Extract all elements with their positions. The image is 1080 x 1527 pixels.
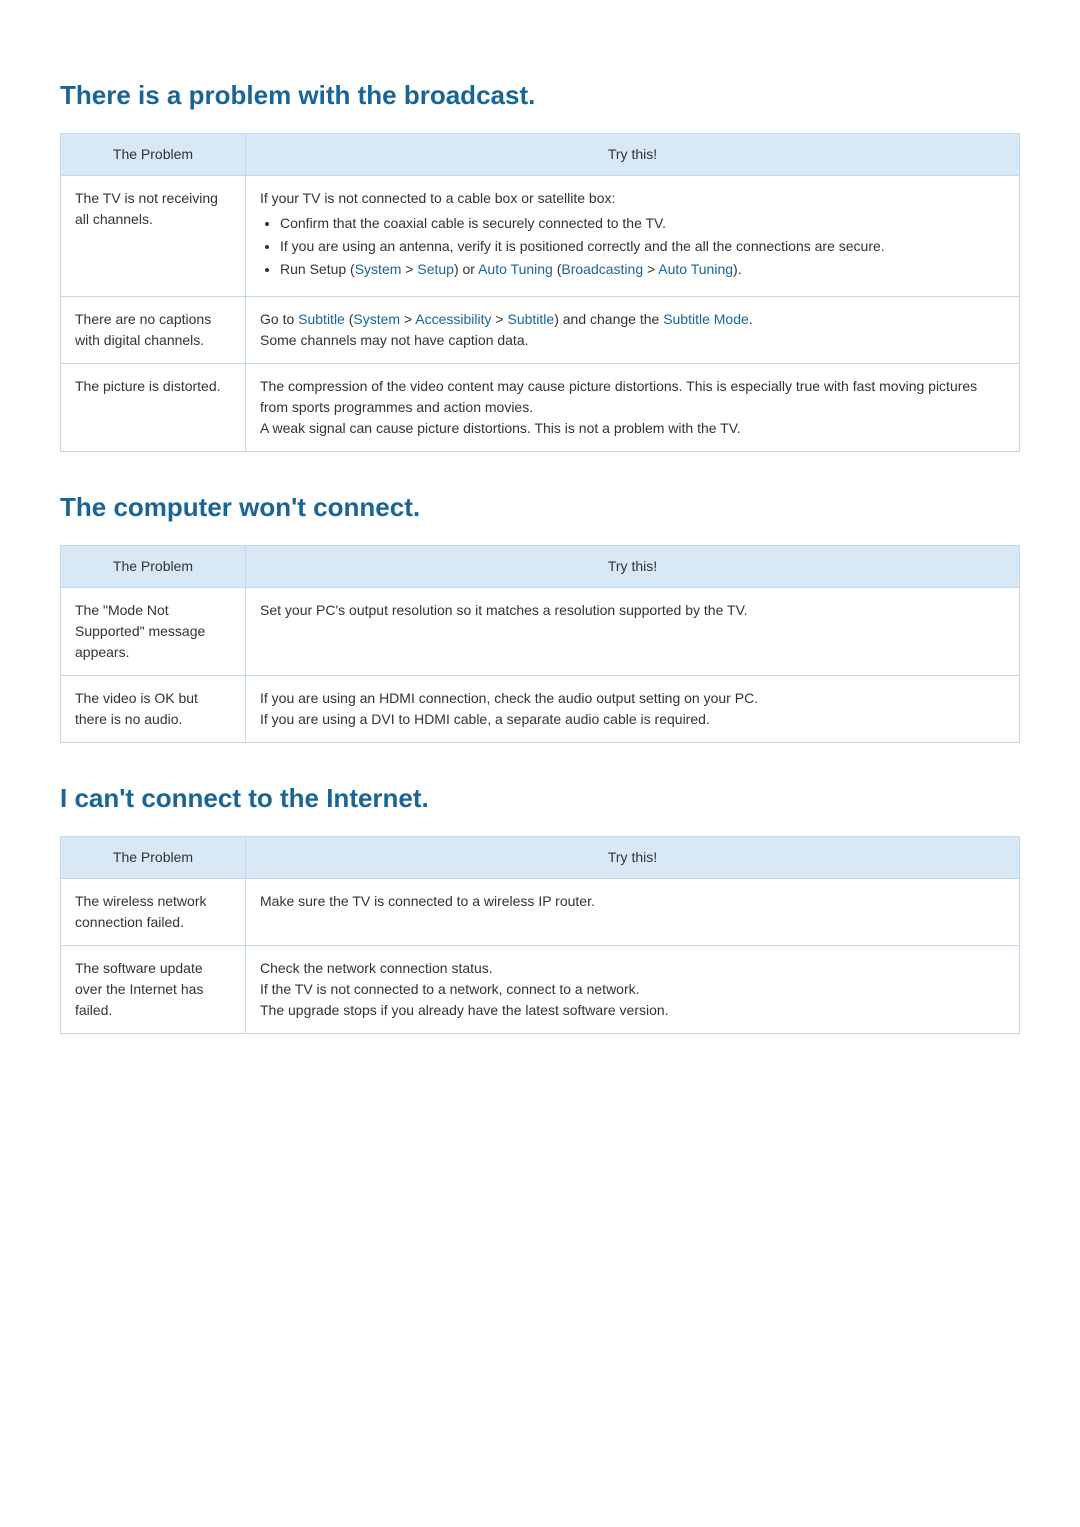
broadcast-table: The Problem Try this! The TV is not rece… (60, 133, 1020, 452)
table-row: The "Mode Not Supported" message appears… (61, 588, 1020, 676)
table-row: The picture is distorted. The compressio… (61, 364, 1020, 452)
try-cell: Go to Subtitle (System > Accessibility >… (246, 297, 1020, 364)
auto-tuning-link[interactable]: Auto Tuning (478, 261, 553, 277)
computer-col-problem: The Problem (61, 546, 246, 588)
subtitle-link2[interactable]: Subtitle (508, 311, 555, 327)
system-link[interactable]: System (355, 261, 402, 277)
accessibility-link[interactable]: Accessibility (415, 311, 491, 327)
section-title-computer: The computer won't connect. (60, 488, 1020, 527)
try-cell: Set your PC's output resolution so it ma… (246, 588, 1020, 676)
list-item: If you are using an antenna, verify it i… (280, 236, 1005, 257)
problem-cell: The picture is distorted. (61, 364, 246, 452)
problem-cell: The software update over the Internet ha… (61, 946, 246, 1034)
subtitle-link[interactable]: Subtitle (298, 311, 345, 327)
computer-table: The Problem Try this! The "Mode Not Supp… (60, 545, 1020, 743)
problem-cell: There are no captions with digital chann… (61, 297, 246, 364)
computer-col-try: Try this! (246, 546, 1020, 588)
internet-col-try: Try this! (246, 837, 1020, 879)
broadcasting-link[interactable]: Broadcasting (561, 261, 643, 277)
list-item: Confirm that the coaxial cable is secure… (280, 213, 1005, 234)
try-cell: If you are using an HDMI connection, che… (246, 676, 1020, 743)
list-item: Run Setup (System > Setup) or Auto Tunin… (280, 259, 1005, 280)
internet-col-problem: The Problem (61, 837, 246, 879)
section-title-broadcast: There is a problem with the broadcast. (60, 76, 1020, 115)
table-row: The wireless network connection failed. … (61, 879, 1020, 946)
table-row: The TV is not receiving all channels. If… (61, 176, 1020, 297)
try-cell: If your TV is not connected to a cable b… (246, 176, 1020, 297)
problem-cell: The video is OK but there is no audio. (61, 676, 246, 743)
section-title-internet: I can't connect to the Internet. (60, 779, 1020, 818)
subtitle-mode-link[interactable]: Subtitle Mode (663, 311, 749, 327)
try-cell: Check the network connection status. If … (246, 946, 1020, 1034)
internet-table: The Problem Try this! The wireless netwo… (60, 836, 1020, 1034)
problem-cell: The "Mode Not Supported" message appears… (61, 588, 246, 676)
table-row: The video is OK but there is no audio. I… (61, 676, 1020, 743)
problem-cell: The wireless network connection failed. (61, 879, 246, 946)
auto-tuning-link2[interactable]: Auto Tuning (658, 261, 733, 277)
try-cell: The compression of the video content may… (246, 364, 1020, 452)
setup-link[interactable]: Setup (417, 261, 454, 277)
broadcast-col-problem: The Problem (61, 134, 246, 176)
try-cell: Make sure the TV is connected to a wirel… (246, 879, 1020, 946)
broadcast-col-try: Try this! (246, 134, 1020, 176)
table-row: There are no captions with digital chann… (61, 297, 1020, 364)
system-link2[interactable]: System (353, 311, 400, 327)
table-row: The software update over the Internet ha… (61, 946, 1020, 1034)
problem-cell: The TV is not receiving all channels. (61, 176, 246, 297)
